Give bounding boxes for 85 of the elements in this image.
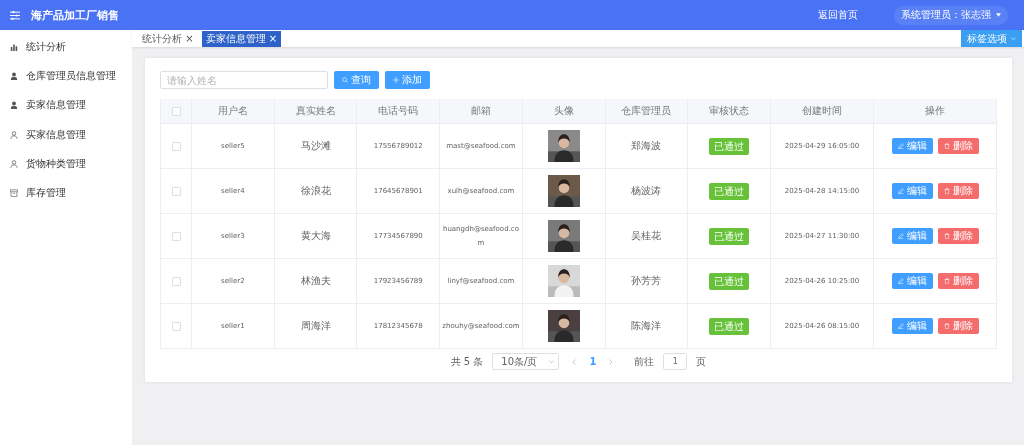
app-title: 海产品加工厂销售: [31, 7, 119, 23]
sidebar-item[interactable]: 库存管理: [0, 178, 132, 208]
trash-icon: [943, 323, 950, 329]
sidebar-item[interactable]: 买家信息管理: [0, 119, 132, 150]
delete-button[interactable]: 删除: [937, 183, 979, 199]
table-cell: 林渔夫: [274, 258, 357, 304]
trash-icon: [943, 278, 950, 284]
sidebar-item[interactable]: 仓库管理员信息管理: [0, 61, 132, 91]
add-button[interactable]: 添加: [385, 71, 430, 89]
table-cell: 孙芳芳: [605, 258, 688, 304]
page-size-select[interactable]: 10条/页: [492, 353, 560, 370]
column-header: 创建时间: [770, 99, 874, 124]
table-cell: 吴桂花: [605, 213, 688, 259]
table-cell: 杨波涛: [605, 168, 688, 214]
person-icon: [10, 130, 18, 139]
search-icon: [342, 77, 348, 83]
checkbox[interactable]: [171, 231, 181, 241]
edit-button[interactable]: 编辑: [891, 228, 933, 244]
column-header: 审核状态: [687, 99, 771, 124]
trash-icon: [943, 233, 950, 239]
tag-options-button[interactable]: 标签选项: [961, 30, 1022, 47]
column-header: 邮箱: [439, 99, 523, 124]
checkbox[interactable]: [171, 186, 181, 196]
column-header: 电话号码: [356, 99, 440, 124]
query-button[interactable]: 查询: [334, 71, 379, 89]
user-menu[interactable]: 系统管理员：张志强: [894, 5, 1008, 25]
column-header: 用户名: [191, 99, 275, 124]
tab[interactable]: 统计分析 ×: [138, 30, 198, 47]
edit-button[interactable]: 编辑: [891, 138, 933, 154]
table-cell: 郑海波: [605, 123, 688, 169]
column-header: 真实姓名: [274, 99, 357, 124]
chevron-icon: [549, 359, 555, 364]
column-header: 仓库管理员: [605, 99, 688, 124]
pencil-icon: [897, 143, 904, 149]
status-tag: 已通过: [709, 182, 750, 200]
home-link[interactable]: 返回首页: [818, 8, 858, 22]
column-header: 头像: [522, 99, 605, 124]
pencil-icon: [897, 188, 904, 194]
person-icon: [10, 101, 18, 110]
trash-icon: [943, 143, 950, 149]
delete-button[interactable]: 删除: [937, 273, 979, 289]
page-input[interactable]: 1: [663, 353, 688, 370]
table-cell: 马沙滩: [274, 123, 357, 169]
pencil-icon: [897, 233, 904, 239]
box-icon: [10, 189, 18, 198]
next-page-icon[interactable]: [609, 358, 614, 365]
page-number[interactable]: 1: [589, 356, 597, 367]
search-field[interactable]: 请输入姓名: [160, 71, 328, 89]
trash-icon: [943, 188, 950, 194]
chart-icon: [10, 42, 18, 51]
edit-button[interactable]: 编辑: [891, 183, 933, 199]
status-tag: 已通过: [709, 272, 750, 290]
previous-page-icon[interactable]: [572, 358, 577, 365]
checkbox[interactable]: [171, 141, 181, 151]
checkbox[interactable]: [171, 107, 181, 116]
sidebar-item[interactable]: 统计分析: [0, 32, 132, 62]
status-tag: 已通过: [709, 227, 750, 245]
status-tag: 已通过: [709, 317, 750, 335]
pencil-icon: [897, 278, 904, 284]
delete-button[interactable]: 删除: [937, 228, 979, 244]
tab[interactable]: 卖家信息管理 ×: [201, 30, 282, 47]
checkbox[interactable]: [171, 321, 181, 331]
table-cell: 陈海洋: [605, 303, 688, 349]
sidebar-item[interactable]: 货物种类管理: [0, 149, 132, 179]
person-icon: [10, 71, 18, 80]
delete-button[interactable]: 删除: [937, 138, 979, 154]
total-count: 共 5 条: [450, 354, 484, 369]
edit-button[interactable]: 编辑: [891, 273, 933, 289]
chevron-icon: [1011, 36, 1016, 41]
pencil-icon: [897, 323, 904, 329]
checkbox[interactable]: [171, 276, 181, 286]
page-suffix: 页: [696, 354, 707, 369]
caret-icon: [996, 13, 1001, 17]
status-tag: 已通过: [709, 137, 750, 155]
sidebar-item[interactable]: 卖家信息管理: [0, 90, 132, 120]
table-cell: 徐浪花: [274, 168, 357, 214]
goto-label: 前往: [634, 354, 655, 369]
table-cell: 黄大海: [274, 213, 357, 259]
delete-button[interactable]: 删除: [937, 318, 979, 334]
edit-button[interactable]: 编辑: [891, 318, 933, 334]
menu-icon[interactable]: [10, 10, 20, 20]
table-cell: 周海洋: [274, 303, 357, 349]
column-header: 操作: [873, 99, 997, 124]
plus-icon: [393, 77, 399, 83]
person-icon: [10, 159, 18, 168]
